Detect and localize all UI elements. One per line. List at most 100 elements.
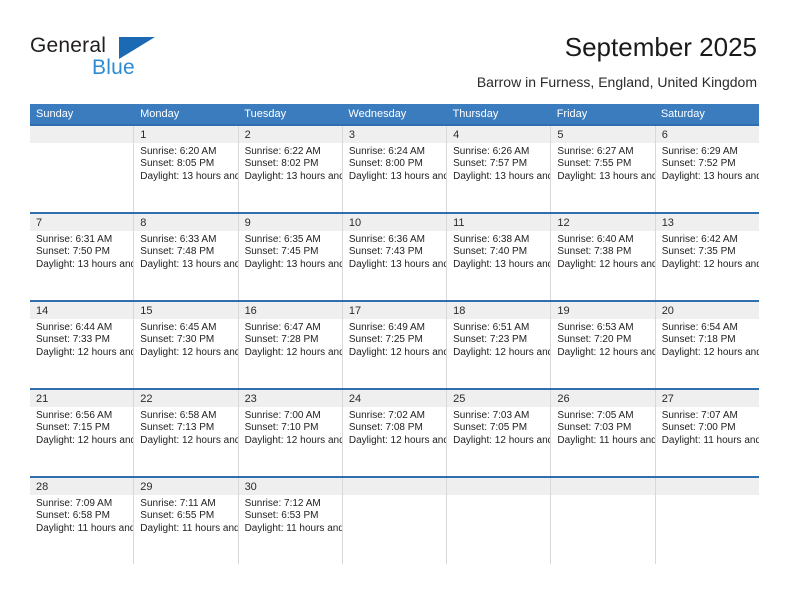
weekday-header-sunday: Sunday (36, 108, 74, 120)
sunrise-text: Sunrise: 6:53 AM (557, 322, 634, 333)
day-sun-info: Sunrise: 6:24 AM Sunset: 8:00 PM Daylight:… (343, 143, 446, 183)
day-number: 15 (134, 302, 238, 319)
daylight-text: Daylight: 11 hours and 57 minutes. (557, 434, 656, 446)
daylight-text: Daylight: 12 hours and 1 minute. (453, 434, 550, 446)
calendar-day-cell[interactable]: 19 Sunrise: 6:53 AM Sunset: 7:20 PM Dayligh… (551, 302, 656, 388)
calendar-day-cell[interactable]: 2 Sunrise: 6:22 AM Sunset: 8:02 PM Daylight… (238, 126, 343, 212)
general-blue-logo[interactable]: General Blue (30, 34, 210, 82)
sunset-text: Sunset: 6:55 PM (140, 510, 215, 522)
day-sun-info: Sunrise: 7:11 AM Sunset: 6:55 PM Daylight:… (134, 495, 237, 535)
sunrise-text: Sunrise: 6:42 AM (661, 234, 738, 245)
day-sun-info: Sunrise: 7:09 AM Sunset: 6:58 PM Daylight:… (30, 495, 133, 535)
calendar-day-cell[interactable]: 17 Sunrise: 6:49 AM Sunset: 7:25 PM Dayligh… (342, 302, 448, 388)
calendar-day-cell[interactable]: 10 Sunrise: 6:36 AM Sunset: 7:43 PM Dayligh… (342, 214, 448, 300)
day-sun-info: Sunrise: 6:22 AM Sunset: 8:02 PM Daylight:… (239, 143, 342, 183)
calendar-day-cell[interactable]: 20 Sunrise: 6:54 AM Sunset: 7:18 PM Dayligh… (655, 302, 759, 388)
sunset-text: Sunset: 7:38 PM (557, 246, 632, 258)
calendar-day-cell[interactable]: 4 Sunrise: 6:26 AM Sunset: 7:57 PM Daylight… (447, 126, 552, 212)
sunset-text: Sunset: 8:05 PM (140, 158, 215, 170)
daylight-text: Daylight: 11 hours and 48 minutes. (36, 522, 135, 534)
calendar-day-cell[interactable]: 24 Sunrise: 7:02 AM Sunset: 7:08 PM Dayligh… (342, 390, 448, 476)
daylight-text: Daylight: 12 hours and 40 minutes. (244, 346, 342, 358)
calendar-day-cell[interactable]: 8 Sunrise: 6:33 AM Sunset: 7:48 PM Daylight… (134, 214, 239, 300)
calendar-day-cell[interactable]: 29 Sunrise: 7:11 AM Sunset: 6:55 PM Dayligh… (134, 478, 239, 564)
calendar-day-cell[interactable]: 6 Sunrise: 6:29 AM Sunset: 7:52 PM Daylight… (655, 126, 759, 212)
calendar-week-row: 21 Sunrise: 6:56 AM Sunset: 7:15 PM Dayligh… (30, 388, 759, 476)
calendar-day-cell[interactable]: 25 Sunrise: 7:03 AM Sunset: 7:05 PM Dayligh… (447, 390, 552, 476)
calendar-day-cell[interactable]: 21 Sunrise: 6:56 AM Sunset: 7:15 PM Dayligh… (30, 390, 135, 476)
sunset-text: Sunset: 7:43 PM (348, 246, 423, 258)
calendar-grid: Sunday Monday Tuesday Wednesday Thursday Frid… (30, 104, 759, 564)
day-sun-info: Sunrise: 7:05 AM Sunset: 7:03 PM Daylight:… (551, 407, 654, 447)
sunset-text: Sunset: 7:18 PM (661, 334, 736, 346)
sunrise-text: Sunrise: 6:44 AM (36, 322, 113, 333)
calendar-day-cell[interactable]: 7 Sunrise: 6:31 AM Sunset: 7:50 PM Daylight… (30, 214, 135, 300)
day-number: 29 (134, 478, 238, 495)
daylight-text: Daylight: 13 hours and 6 minutes. (348, 258, 446, 270)
day-number: 9 (238, 214, 342, 231)
logo-text-blue: Blue (92, 56, 135, 79)
sunrise-text: Sunrise: 6:54 AM (661, 322, 738, 333)
calendar-day-cell[interactable]: 14 Sunrise: 6:44 AM Sunset: 7:33 PM Dayligh… (30, 302, 135, 388)
sunset-text: Sunset: 7:55 PM (557, 158, 632, 170)
daylight-text: Daylight: 13 hours and 40 minutes. (244, 170, 342, 182)
day-sun-info: Sunrise: 6:26 AM Sunset: 7:57 PM Daylight:… (447, 143, 550, 183)
day-number: 4 (447, 126, 551, 143)
page-title: September 2025 (564, 32, 757, 62)
day-number: 1 (134, 126, 238, 143)
day-sun-info: Sunrise: 6:29 AM Sunset: 7:52 PM Daylight:… (656, 143, 759, 183)
day-sun-info: Sunrise: 6:36 AM Sunset: 7:43 PM Daylight:… (343, 231, 446, 271)
day-number: 2 (238, 126, 342, 143)
day-sun-info: Sunrise: 7:07 AM Sunset: 7:00 PM Daylight:… (656, 407, 759, 447)
calendar-day-cell-empty (551, 478, 656, 564)
daylight-text: Daylight: 12 hours and 23 minutes. (661, 346, 759, 358)
sunrise-text: Sunrise: 7:12 AM (244, 498, 321, 509)
day-sun-info: Sunrise: 6:56 AM Sunset: 7:15 PM Daylight:… (30, 407, 133, 447)
sunset-text: Sunset: 7:25 PM (348, 334, 423, 346)
sunrise-text: Sunrise: 6:27 AM (557, 146, 634, 157)
calendar-day-cell-empty (342, 478, 448, 564)
daylight-text: Daylight: 12 hours and 14 minutes. (140, 434, 237, 446)
calendar-day-cell[interactable]: 27 Sunrise: 7:07 AM Sunset: 7:00 PM Dayligh… (655, 390, 759, 476)
calendar-day-cell[interactable]: 5 Sunrise: 6:27 AM Sunset: 7:55 PM Daylight… (551, 126, 656, 212)
calendar-day-cell[interactable]: 3 Sunrise: 6:24 AM Sunset: 8:00 PM Daylight… (342, 126, 448, 212)
calendar-day-cell[interactable]: 13 Sunrise: 6:42 AM Sunset: 7:35 PM Dayligh… (655, 214, 759, 300)
calendar-day-cell[interactable]: 9 Sunrise: 6:35 AM Sunset: 7:45 PM Daylight… (238, 214, 343, 300)
calendar-day-cell[interactable]: 16 Sunrise: 6:47 AM Sunset: 7:28 PM Dayligh… (238, 302, 343, 388)
day-number: 21 (30, 390, 134, 407)
sunset-text: Sunset: 7:10 PM (244, 422, 319, 434)
daylight-text: Daylight: 12 hours and 49 minutes. (36, 346, 133, 358)
sunrise-text: Sunrise: 7:05 AM (557, 410, 634, 421)
sunrise-text: Sunrise: 6:58 AM (140, 410, 217, 421)
day-sun-info: Sunrise: 6:38 AM Sunset: 7:40 PM Daylight:… (447, 231, 550, 271)
day-sun-info: Sunrise: 7:03 AM Sunset: 7:05 PM Daylight:… (447, 407, 550, 447)
calendar-day-cell[interactable]: 1 Sunrise: 6:20 AM Sunset: 8:05 PM Daylight… (134, 126, 239, 212)
day-number: 18 (447, 302, 551, 319)
sunset-text: Sunset: 7:03 PM (557, 422, 632, 434)
sunset-text: Sunset: 7:48 PM (140, 246, 215, 258)
calendar-day-cell[interactable]: 26 Sunrise: 7:05 AM Sunset: 7:03 PM Dayligh… (551, 390, 656, 476)
calendar-day-cell[interactable]: 22 Sunrise: 6:58 AM Sunset: 7:13 PM Dayligh… (134, 390, 239, 476)
sunset-text: Sunset: 7:30 PM (140, 334, 215, 346)
weekday-header-thursday: Thursday (452, 108, 499, 120)
day-sun-info: Sunrise: 6:35 AM Sunset: 7:45 PM Daylight:… (239, 231, 342, 271)
daylight-text: Daylight: 12 hours and 44 minutes. (140, 346, 237, 358)
weekday-header-wednesday: Wednesday (348, 108, 407, 120)
sunrise-text: Sunrise: 6:26 AM (453, 146, 530, 157)
daylight-text: Daylight: 13 hours and 23 minutes. (661, 170, 759, 182)
calendar-day-cell[interactable]: 18 Sunrise: 6:51 AM Sunset: 7:23 PM Dayligh… (447, 302, 552, 388)
calendar-day-cell[interactable]: 15 Sunrise: 6:45 AM Sunset: 7:30 PM Dayligh… (134, 302, 239, 388)
sunrise-text: Sunrise: 6:56 AM (36, 410, 113, 421)
day-number: 30 (238, 478, 342, 495)
day-sun-info: Sunrise: 7:00 AM Sunset: 7:10 PM Daylight:… (239, 407, 342, 447)
sunset-text: Sunset: 7:45 PM (244, 246, 319, 258)
calendar-day-cell[interactable]: 12 Sunrise: 6:40 AM Sunset: 7:38 PM Dayligh… (551, 214, 656, 300)
sunset-text: Sunset: 7:52 PM (661, 158, 736, 170)
calendar-day-cell[interactable]: 28 Sunrise: 7:09 AM Sunset: 6:58 PM Dayligh… (30, 478, 135, 564)
calendar-day-cell[interactable]: 30 Sunrise: 7:12 AM Sunset: 6:53 PM Dayligh… (238, 478, 343, 564)
day-sun-info: Sunrise: 6:45 AM Sunset: 7:30 PM Daylight:… (134, 319, 237, 359)
day-number (447, 478, 551, 495)
daylight-text: Daylight: 11 hours and 44 minutes. (140, 522, 239, 534)
calendar-day-cell[interactable]: 23 Sunrise: 7:00 AM Sunset: 7:10 PM Dayligh… (238, 390, 343, 476)
calendar-day-cell[interactable]: 11 Sunrise: 6:38 AM Sunset: 7:40 PM Dayligh… (447, 214, 552, 300)
